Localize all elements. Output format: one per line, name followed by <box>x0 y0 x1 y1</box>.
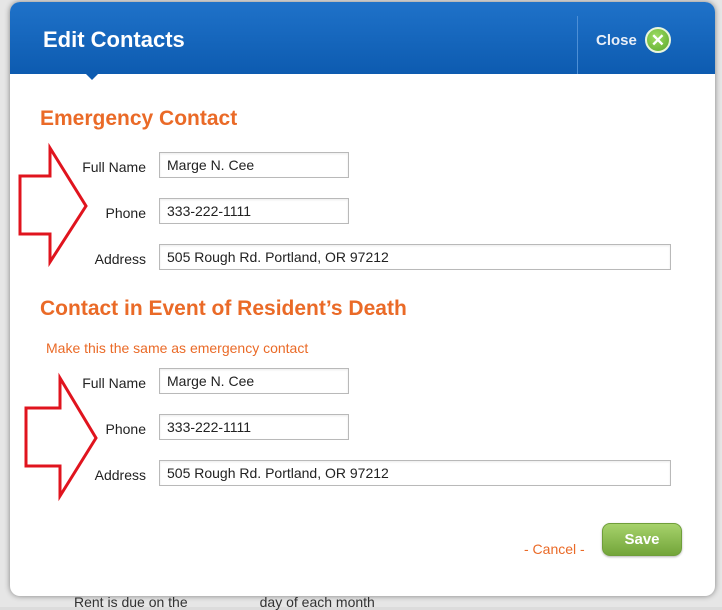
annotation-arrow-icon <box>18 142 88 268</box>
death-phone-input[interactable] <box>159 414 349 440</box>
death-address-input[interactable] <box>159 460 671 486</box>
emergency-full-name-input[interactable] <box>159 152 349 178</box>
death-full-name-input[interactable] <box>159 368 349 394</box>
background-rent-text-right: day of each month <box>259 594 375 610</box>
header-pointer-notch <box>82 70 102 80</box>
dialog-title: Edit Contacts <box>43 27 185 52</box>
annotation-arrow-icon-2 <box>24 372 98 502</box>
emergency-contact-heading: Emergency Contact <box>40 107 238 130</box>
close-label: Close <box>596 31 637 49</box>
save-button[interactable]: Save <box>602 523 682 556</box>
emergency-address-input[interactable] <box>159 244 671 270</box>
dialog-header: Edit Contacts Close ✕ <box>10 2 715 74</box>
same-as-emergency-link[interactable]: Make this the same as emergency contact <box>46 340 308 356</box>
emergency-phone-input[interactable] <box>159 198 349 224</box>
background-rent-text-left: Rent is due on the <box>74 594 188 610</box>
header-divider <box>577 16 578 74</box>
cancel-link[interactable]: - Cancel - <box>524 541 585 557</box>
death-contact-heading: Contact in Event of Resident’s Death <box>40 297 407 320</box>
background-rent-text: Rent is due on the day of each month <box>74 594 375 610</box>
close-x-circle-icon[interactable]: ✕ <box>644 27 671 53</box>
close-button[interactable]: Close ✕ <box>596 24 671 56</box>
edit-contacts-dialog: Edit Contacts Close ✕ Emergency Contact … <box>10 2 715 596</box>
